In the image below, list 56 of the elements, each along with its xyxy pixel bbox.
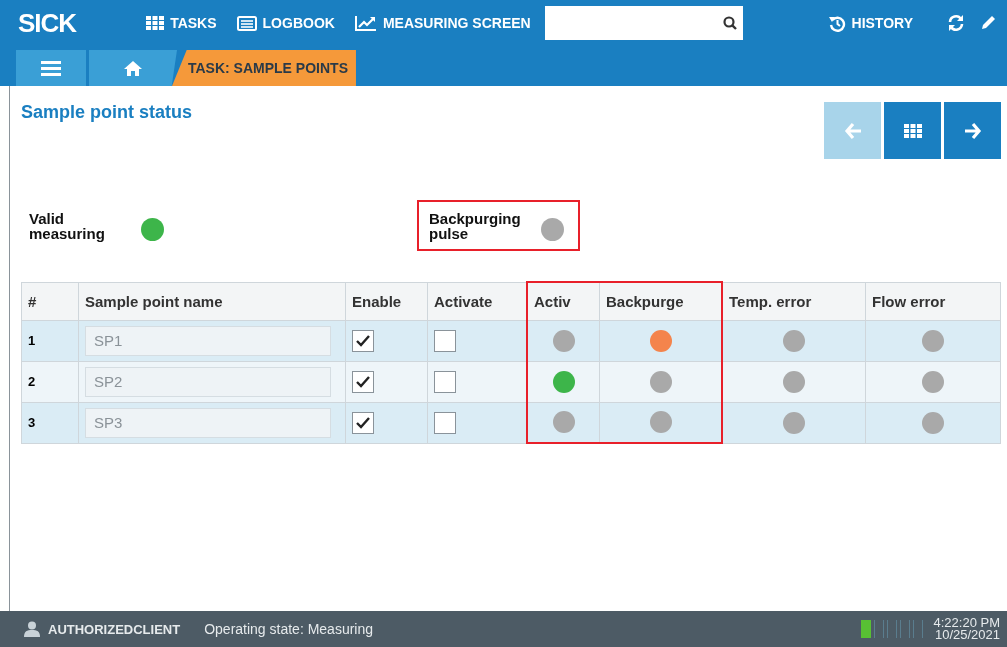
left-arrow-icon [843, 121, 862, 140]
check-icon [356, 416, 370, 429]
line-chart-icon [354, 15, 377, 31]
column-header: Temp. error [722, 282, 866, 320]
grid-icon [146, 16, 165, 30]
name-field[interactable]: SP2 [85, 366, 331, 397]
nav-link[interactable]: LOGBOOK [236, 15, 335, 31]
checkbox[interactable] [352, 370, 374, 393]
home-button[interactable] [89, 50, 177, 86]
home-icon [123, 59, 143, 77]
name-field[interactable]: SP3 [85, 407, 331, 438]
breadcrumb-tab[interactable]: TASK: SAMPLE POINTS [172, 50, 356, 86]
user-name: AUTHORIZEDCLIENT [48, 621, 181, 637]
checkbox[interactable] [434, 370, 456, 393]
check-icon [356, 334, 370, 347]
grid-button[interactable] [884, 102, 941, 159]
column-header: Backpurge [599, 282, 722, 320]
list-icon [236, 15, 257, 31]
check-icon [356, 375, 370, 388]
menu-button[interactable] [16, 50, 86, 86]
indicator-label: Backpurging pulse [429, 210, 522, 241]
checkbox[interactable] [352, 411, 374, 434]
clock-time: 4:22:20 PM [933, 617, 1000, 629]
table-cell: 1 [21, 320, 79, 361]
clock-date: 10/25/2021 [934, 629, 1000, 641]
nav-link[interactable]: TASKS [146, 15, 217, 31]
checkbox[interactable] [352, 329, 374, 352]
menu-icon [41, 60, 61, 76]
checkbox[interactable] [434, 329, 456, 352]
pencil-icon [979, 14, 997, 32]
name-field[interactable]: SP1 [85, 325, 331, 356]
page-title: Sample point status [21, 102, 193, 123]
column-header: Activ [527, 282, 600, 320]
search-icon [722, 16, 737, 30]
refresh-button[interactable] [947, 14, 965, 32]
history-icon [827, 14, 846, 32]
edit-button[interactable] [979, 14, 997, 32]
indicator-label: Valid measuring [29, 210, 106, 241]
column-header: # [21, 282, 79, 320]
next-button[interactable] [944, 102, 1001, 159]
history-link[interactable]: HISTORY [827, 14, 913, 32]
search-field[interactable] [544, 6, 743, 40]
column-header: Enable [345, 282, 428, 320]
nav-link[interactable]: MEASURING SCREEN [354, 15, 531, 31]
logo: SICK [18, 7, 77, 39]
operating-state: Operating state: Measuring [204, 621, 374, 637]
column-header: Flow error [865, 282, 1001, 320]
table-cell: 2 [21, 361, 79, 402]
column-header: Sample point name [78, 282, 346, 320]
checkbox[interactable] [434, 411, 456, 434]
column-header: Activate [427, 282, 527, 320]
right-arrow-icon [963, 121, 982, 140]
user-icon [24, 621, 40, 637]
table-cell: 3 [21, 402, 79, 443]
grid-icon [903, 123, 922, 138]
refresh-icon [947, 14, 965, 32]
